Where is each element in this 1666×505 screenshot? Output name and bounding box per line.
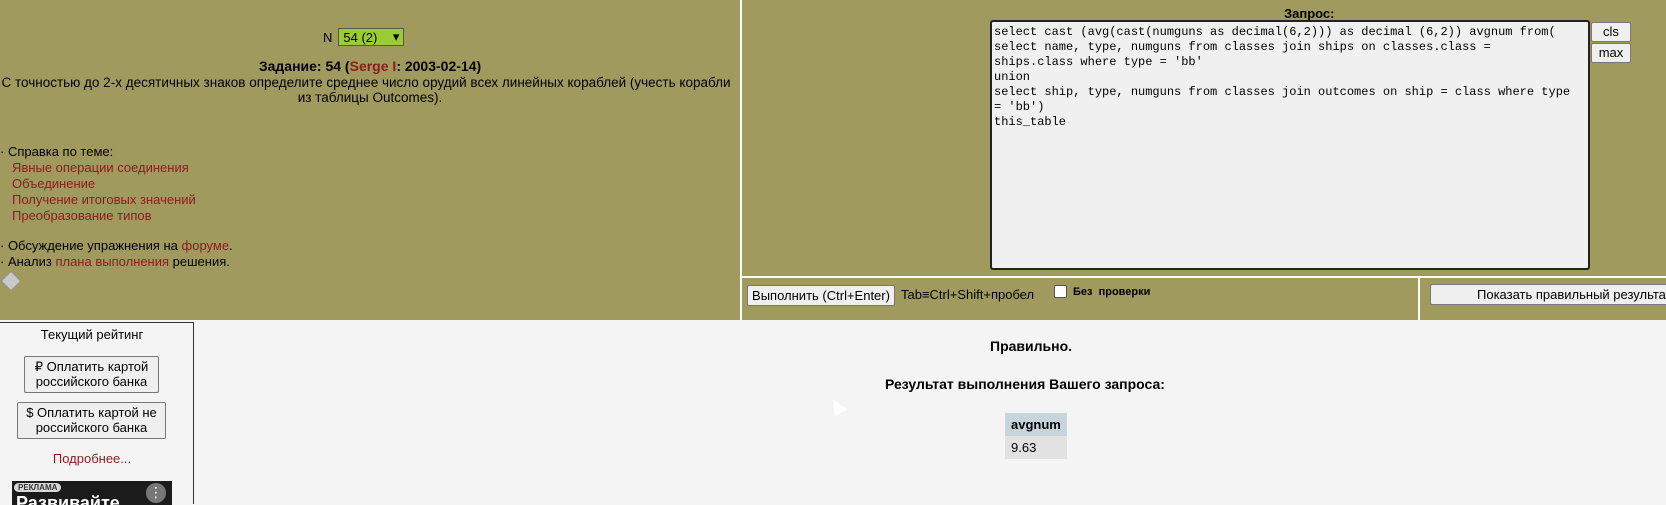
help-link-joins[interactable]: Явные операции соединения xyxy=(0,160,196,176)
plan-line: · Анализ плана выполнения решения. xyxy=(0,254,233,270)
ad-tag: РЕКЛАМА xyxy=(14,483,62,492)
toolbar-split xyxy=(1418,278,1420,320)
query-editor[interactable]: select cast (avg(cast(numguns as decimal… xyxy=(990,20,1590,270)
result-table: avgnum 9.63 xyxy=(1005,413,1067,459)
task-number-label: N xyxy=(323,29,333,45)
table-header-row: avgnum xyxy=(1005,413,1067,436)
no-check-checkbox[interactable] xyxy=(1054,285,1067,298)
maximize-button[interactable]: max xyxy=(1591,43,1631,63)
task-description-line1: С точностью до 2-х десятичных знаков опр… xyxy=(1,75,731,90)
plan-prefix: · Анализ xyxy=(0,254,56,269)
no-check-label: Без проверки xyxy=(1073,285,1151,298)
task-number-value: 54 (2) xyxy=(343,29,378,45)
more-info-link[interactable]: Подробнее... xyxy=(0,451,184,466)
discussion-section: · Обсуждение упражнения на форуме. · Ана… xyxy=(0,238,233,270)
ad-text: Развивайте xyxy=(16,493,120,505)
more-options-icon[interactable]: ⋮ xyxy=(146,483,166,503)
mouse-cursor-icon xyxy=(826,395,848,417)
help-link-union[interactable]: Объединение xyxy=(0,176,196,192)
forum-line: · Обсуждение упражнения на форуме. xyxy=(0,238,233,254)
pay-russian-card-button[interactable]: ₽ Оплатить картой российского банка xyxy=(24,356,159,393)
show-correct-result-button[interactable]: Показать правильный результат xyxy=(1430,284,1666,305)
task-title-prefix: Задание: 54 ( xyxy=(258,58,350,74)
chevron-down-icon: ▾ xyxy=(392,29,400,44)
pay-foreign-card-button[interactable]: $ Оплатить картой не российского банка xyxy=(17,402,166,439)
task-selector-row: N 54 (2) ▾ xyxy=(323,28,405,46)
query-label: Запрос: xyxy=(1284,6,1335,21)
help-link-type-conversion[interactable]: Преобразование типов xyxy=(0,208,196,224)
task-description: С точностью до 2-х десятичных знаков опр… xyxy=(0,75,740,105)
author-link[interactable]: Serge I xyxy=(350,58,397,74)
forum-suffix: . xyxy=(229,238,233,253)
rating-title: Текущий рейтинг xyxy=(40,327,144,342)
forum-prefix: · Обсуждение упражнения на xyxy=(0,238,182,253)
plan-suffix: решения. xyxy=(169,254,230,269)
run-query-button[interactable]: Выполнить (Ctrl+Enter) xyxy=(747,285,895,306)
no-check-option: Без проверки xyxy=(1054,285,1150,298)
task-description-line2: из таблицы Outcomes). xyxy=(297,90,443,105)
help-heading: · Справка по теме: xyxy=(0,144,114,159)
rating-panel: Текущий рейтинг ₽ Оплатить картой россий… xyxy=(0,322,194,505)
forum-link[interactable]: форуме xyxy=(182,238,230,253)
ad-banner[interactable]: РЕКЛАМА Развивайте ⋮ xyxy=(12,481,172,505)
execution-plan-link[interactable]: плана выполнения xyxy=(55,254,169,269)
tab-hint: Tab≡Ctrl+Shift+пробел xyxy=(901,287,1035,302)
help-link-aggregates[interactable]: Получение итоговых значений xyxy=(0,192,196,208)
help-section: · Справка по теме: Явные операции соедин… xyxy=(0,144,196,224)
task-number-select[interactable]: 54 (2) ▾ xyxy=(338,28,405,46)
task-title: Задание: 54 (Serge I: 2003-02-14) xyxy=(0,58,740,74)
clear-button[interactable]: cls xyxy=(1591,22,1631,42)
task-title-suffix: : 2003-02-14) xyxy=(396,58,482,74)
result-status: Правильно. xyxy=(990,338,1073,354)
table-cell: 9.63 xyxy=(1005,436,1067,459)
result-title: Результат выполнения Вашего запроса: xyxy=(885,376,1165,392)
panel-divider xyxy=(740,0,742,320)
table-row: 9.63 xyxy=(1005,436,1067,459)
toolbar-divider xyxy=(742,276,1666,278)
column-header-avgnum: avgnum xyxy=(1005,413,1067,436)
